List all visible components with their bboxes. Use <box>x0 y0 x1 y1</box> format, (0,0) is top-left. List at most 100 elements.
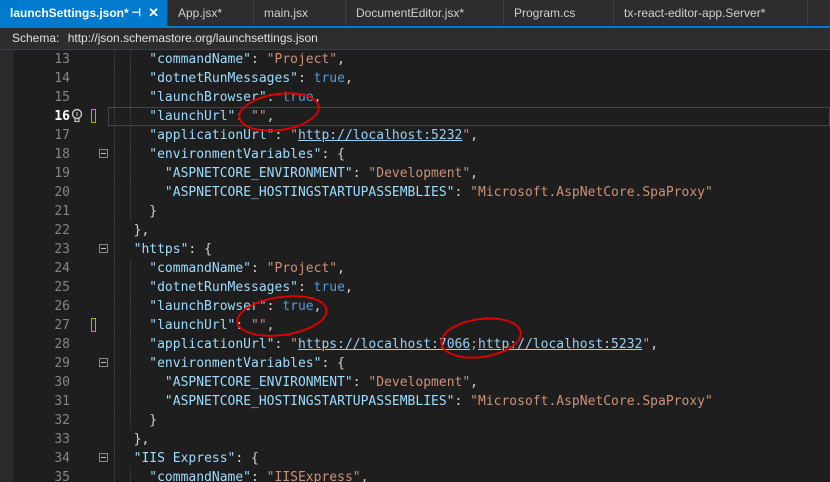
code-line[interactable]: 17 "applicationUrl": "http://localhost:52… <box>0 126 830 145</box>
code-line[interactable]: 31 "ASPNETCORE_HOSTINGSTARTUPASSEMBLIES"… <box>0 392 830 411</box>
code-token: : <box>274 128 291 143</box>
code-token: } <box>149 413 158 428</box>
close-icon[interactable]: ✕ <box>148 0 159 26</box>
tab-server-project[interactable]: tx-react-editor-app.Server* <box>614 0 808 26</box>
indent-guide <box>129 259 131 278</box>
url-link[interactable]: http://localhost:5232 <box>298 128 462 143</box>
code-editor[interactable]: 13 "commandName": "Project", 14 "dotnetRunM… <box>0 50 830 482</box>
indent-guide <box>114 297 115 316</box>
url-link[interactable]: https://localhost:7066 <box>298 337 470 352</box>
code-token: , <box>470 166 478 181</box>
code-token: : <box>297 71 314 86</box>
code-line[interactable]: 14 "dotnetRunMessages": true, <box>0 69 830 88</box>
indent-guide <box>114 183 115 202</box>
line-number: 34 <box>54 451 70 466</box>
fold-toggle-icon[interactable] <box>99 244 108 253</box>
code-token: , <box>470 128 479 143</box>
tab-documenteditor-jsx[interactable]: DocumentEditor.jsx* <box>346 0 504 26</box>
indent-guide <box>114 316 115 335</box>
indent-guide <box>129 373 131 392</box>
indent-guide <box>114 126 115 145</box>
code-line[interactable]: 18 "environmentVariables": { <box>0 145 830 164</box>
code-token: : { <box>188 242 212 257</box>
line-number: 31 <box>54 394 70 409</box>
indent-guide <box>114 240 115 259</box>
code-token: "dotnetRunMessages" <box>149 71 298 86</box>
code-token: : <box>251 52 267 67</box>
code-line[interactable]: 16 "launchUrl": "", <box>0 107 830 126</box>
schema-url[interactable]: http://json.schemastore.org/launchsettin… <box>68 31 318 45</box>
tab-app-jsx[interactable]: App.jsx* <box>168 0 254 26</box>
code-token: "commandName" <box>149 52 252 67</box>
code-token: "Development" <box>368 166 471 181</box>
code-token: " <box>290 128 298 143</box>
code-line[interactable]: 28 "applicationUrl": "https://localhost:7… <box>0 335 830 354</box>
indent-guide <box>114 392 115 411</box>
code-token: "commandName" <box>149 261 252 276</box>
code-line[interactable]: 20 "ASPNETCORE_HOSTINGSTARTUPASSEMBLIES"… <box>0 183 830 202</box>
code-line[interactable]: 35 "commandName": "IISExpress", <box>0 468 830 482</box>
code-line[interactable]: 26 "launchBrowser": true, <box>0 297 830 316</box>
code-line[interactable]: 34 "IIS Express": { <box>0 449 830 468</box>
code-token: "applicationUrl" <box>149 337 275 352</box>
code-text: "ASPNETCORE_HOSTINGSTARTUPASSEMBLIES": "… <box>149 392 713 411</box>
line-number: 24 <box>54 261 70 276</box>
code-text: "environmentVariables": { <box>149 354 345 373</box>
fold-toggle-icon[interactable] <box>99 453 108 462</box>
code-line[interactable]: 27 "launchUrl": "", <box>0 316 830 335</box>
line-number: 14 <box>54 71 70 86</box>
indent-guide <box>129 411 131 430</box>
code-line[interactable]: 15 "launchBrowser": true, <box>0 88 830 107</box>
indent-guide <box>114 107 115 126</box>
code-line[interactable]: 33}, <box>0 430 830 449</box>
code-token: " <box>462 128 471 143</box>
code-token: }, <box>133 223 150 238</box>
tab-program-cs[interactable]: Program.cs <box>504 0 614 26</box>
fold-toggle-icon[interactable] <box>99 149 108 158</box>
code-text: "commandName": "Project", <box>149 259 345 278</box>
code-token: "launchUrl" <box>149 318 236 333</box>
indent-guide <box>129 50 131 69</box>
indent-guide <box>129 354 131 373</box>
lightbulb-icon[interactable] <box>70 108 84 124</box>
fold-toggle-icon[interactable] <box>99 358 108 367</box>
code-line[interactable]: 32} <box>0 411 830 430</box>
tab-label: main.jsx <box>264 6 309 20</box>
code-text: "launchBrowser": true, <box>149 88 321 107</box>
code-line[interactable]: 29 "environmentVariables": { <box>0 354 830 373</box>
indent-guide <box>129 126 131 145</box>
tab-main-jsx[interactable]: main.jsx <box>254 0 346 26</box>
code-line[interactable]: 24 "commandName": "Project", <box>0 259 830 278</box>
code-line[interactable]: 30 "ASPNETCORE_ENVIRONMENT": "Developmen… <box>0 373 830 392</box>
indent-guide <box>114 202 115 221</box>
indent-guide <box>129 164 131 183</box>
line-number: 18 <box>54 147 70 162</box>
url-link[interactable]: http://localhost:5232 <box>478 337 642 352</box>
code-token: , <box>337 52 345 67</box>
line-number: 17 <box>54 128 70 143</box>
code-line[interactable]: 13 "commandName": "Project", <box>0 50 830 69</box>
schema-label: Schema: <box>12 31 60 45</box>
code-line[interactable]: 19 "ASPNETCORE_ENVIRONMENT": "Developmen… <box>0 164 830 183</box>
code-token: : <box>352 375 369 390</box>
indent-guide <box>129 335 131 354</box>
code-line[interactable]: 25 "dotnetRunMessages": true, <box>0 278 830 297</box>
line-number: 27 <box>54 318 70 333</box>
tab-launchsettings-json[interactable]: launchSettings.json* ⊣ ✕ <box>0 0 168 26</box>
code-line[interactable]: 22}, <box>0 221 830 240</box>
line-number: 33 <box>54 432 70 447</box>
code-token: : <box>352 166 369 181</box>
line-number: 23 <box>54 242 70 257</box>
code-token: ; <box>470 337 478 352</box>
code-text: "dotnetRunMessages": true, <box>149 278 353 297</box>
code-token: , <box>344 71 353 86</box>
code-token: , <box>266 109 275 124</box>
line-number: 30 <box>54 375 70 390</box>
code-line[interactable]: 21} <box>0 202 830 221</box>
code-token: true <box>313 280 345 295</box>
code-line[interactable]: 23 "https": { <box>0 240 830 259</box>
indent-guide <box>114 259 115 278</box>
pin-icon[interactable]: ⊣ <box>131 0 141 26</box>
